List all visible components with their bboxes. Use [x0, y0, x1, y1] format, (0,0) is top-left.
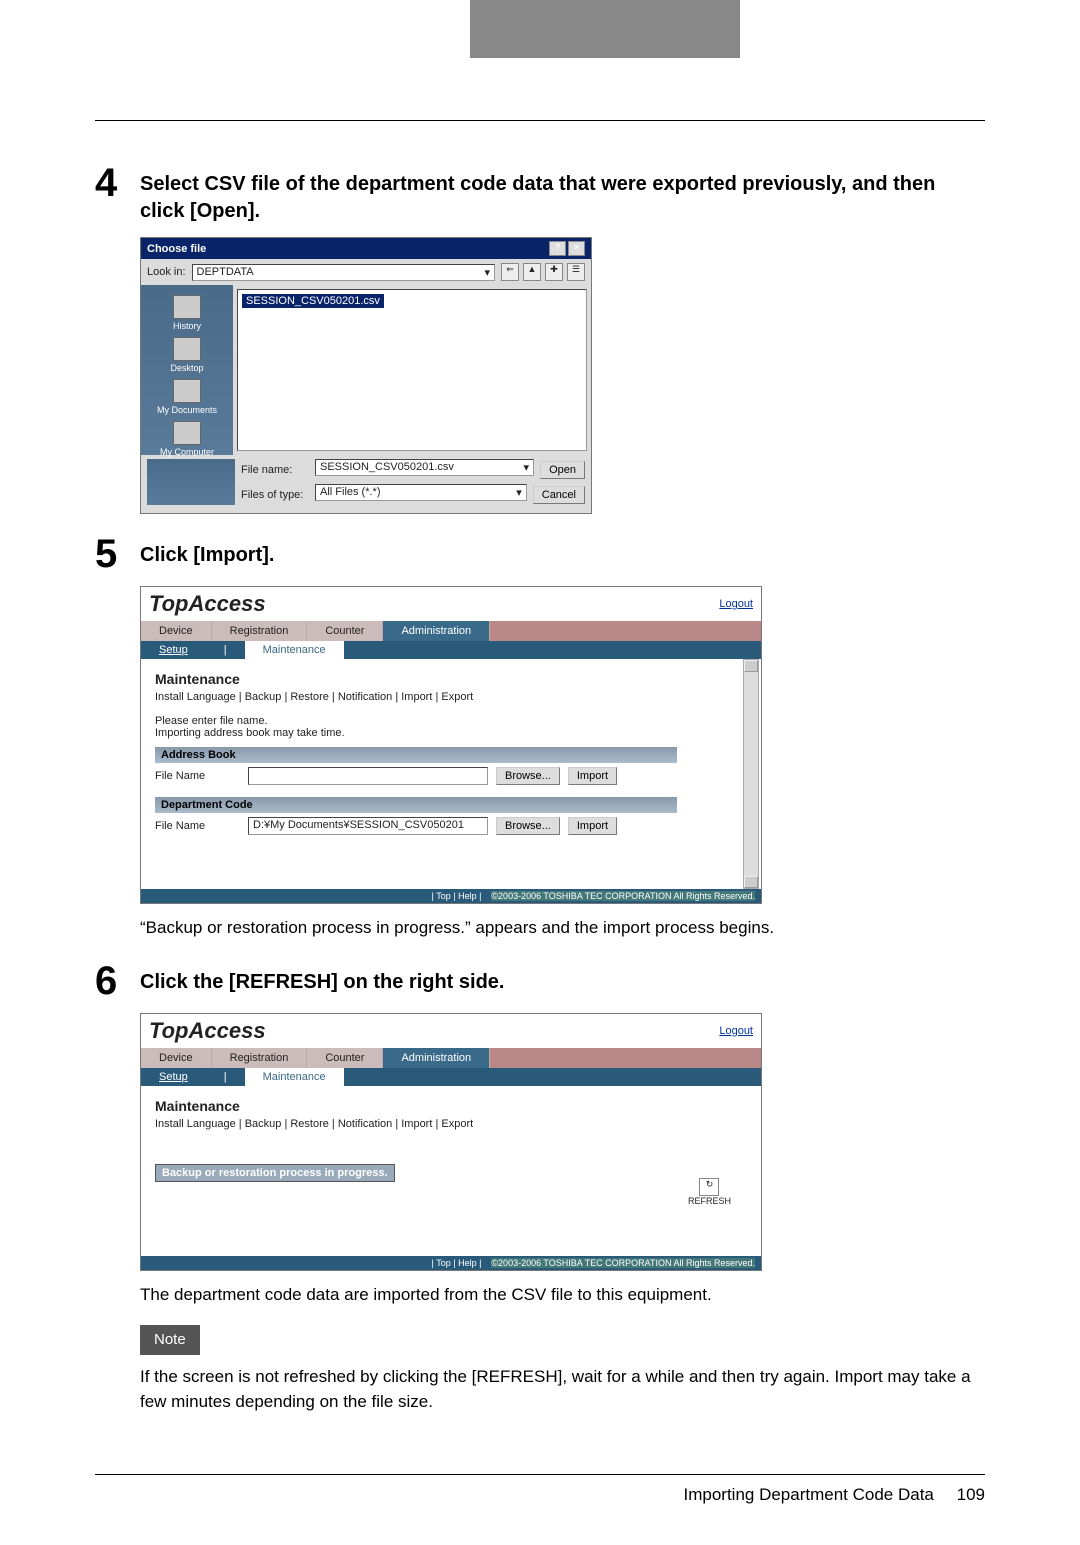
scroll-up-icon[interactable] — [744, 660, 758, 672]
logout-link[interactable]: Logout — [719, 1025, 753, 1037]
chevron-down-icon: ▾ — [516, 486, 522, 499]
horizontal-rule — [95, 120, 985, 121]
sidebar-mydocs[interactable]: My Documents — [143, 379, 231, 415]
file-item-selected[interactable]: SESSION_CSV050201.csv — [242, 294, 384, 308]
step-5: 5 Click [Import]. — [95, 532, 985, 574]
maintenance-links[interactable]: Install Language | Backup | Restore | No… — [155, 691, 747, 703]
tab-device[interactable]: Device — [141, 1048, 212, 1068]
addressbook-section: Address Book — [155, 747, 677, 763]
filename-label: File Name — [155, 770, 240, 782]
topaccess-refresh-screen: TopAccess Logout Device Registration Cou… — [140, 1013, 762, 1271]
step-number: 5 — [95, 532, 140, 574]
topaccess-logo: TopAccess — [149, 1018, 266, 1044]
places-sidebar: History Desktop My Documents My Computer… — [141, 285, 233, 455]
lookin-combo[interactable]: DEPTDATA ▾ — [192, 264, 495, 281]
refresh-icon: ↻ — [699, 1178, 719, 1196]
filename-label: File name: — [241, 464, 309, 476]
step-6: 6 Click the [REFRESH] on the right side. — [95, 959, 985, 1001]
addrbook-filename-input[interactable] — [248, 767, 488, 785]
refresh-button[interactable]: ↻ REFRESH — [688, 1178, 731, 1206]
subtab-maintenance[interactable]: Maintenance — [245, 641, 344, 659]
lookin-label: Look in: — [147, 266, 186, 278]
deptcode-filename-input[interactable]: D:¥My Documents¥SESSION_CSV050201 — [248, 817, 488, 835]
step-title: Select CSV file of the department code d… — [140, 161, 985, 225]
close-icon[interactable]: × — [568, 241, 585, 256]
tab-registration[interactable]: Registration — [212, 621, 308, 641]
views-icon[interactable]: ☰ — [567, 263, 585, 281]
step-title: Click the [REFRESH] on the right side. — [140, 959, 985, 996]
back-icon[interactable]: ⇐ — [501, 263, 519, 281]
step-title: Click [Import]. — [140, 532, 985, 569]
page-footer: Importing Department Code Data 109 — [95, 1474, 985, 1505]
note-text: If the screen is not refreshed by clicki… — [140, 1365, 985, 1414]
step5-after-text: “Backup or restoration process in progre… — [140, 916, 985, 941]
footer-section: Importing Department Code Data — [683, 1485, 933, 1504]
copyright: ©2003-2006 TOSHIBA TEC CORPORATION All R… — [491, 891, 755, 901]
lookin-value: DEPTDATA — [197, 266, 254, 278]
help-icon[interactable]: ? — [549, 241, 566, 256]
page-header — [0, 0, 1080, 60]
subtab-setup[interactable]: Setup — [141, 641, 206, 659]
status-message: Backup or restoration process in progres… — [155, 1164, 395, 1182]
step-number: 6 — [95, 959, 140, 1001]
tab-device[interactable]: Device — [141, 621, 212, 641]
msg-import-time: Importing address book may take time. — [155, 727, 747, 739]
scrollbar[interactable] — [743, 659, 759, 889]
tab-administration[interactable]: Administration — [383, 1048, 490, 1068]
step6-after-text: The department code data are imported fr… — [140, 1283, 985, 1308]
tab-counter[interactable]: Counter — [307, 621, 383, 641]
maintenance-links[interactable]: Install Language | Backup | Restore | No… — [155, 1118, 747, 1130]
newfolder-icon[interactable]: ✚ — [545, 263, 563, 281]
sidebar-history[interactable]: History — [143, 295, 231, 331]
chevron-down-icon: ▾ — [484, 266, 490, 279]
file-list[interactable]: SESSION_CSV050201.csv — [237, 289, 587, 451]
msg-enter-filename: Please enter file name. — [155, 715, 747, 727]
choose-file-dialog: Choose file ? × Look in: DEPTDATA ▾ ⇐ ▲ … — [140, 237, 592, 514]
step-4: 4 Select CSV file of the department code… — [95, 161, 985, 225]
filename-label: File Name — [155, 820, 240, 832]
deptcode-section: Department Code — [155, 797, 677, 813]
page-number: 109 — [957, 1485, 985, 1504]
sidebar-mycomputer[interactable]: My Computer — [143, 421, 231, 457]
dialog-title: Choose file — [147, 243, 206, 255]
filetype-combo[interactable]: All Files (*.*)▾ — [315, 484, 527, 501]
tab-registration[interactable]: Registration — [212, 1048, 308, 1068]
scroll-down-icon[interactable] — [744, 876, 758, 888]
logout-link[interactable]: Logout — [719, 598, 753, 610]
browse-button[interactable]: Browse... — [496, 817, 560, 835]
header-dark-box — [470, 0, 740, 58]
cancel-button[interactable]: Cancel — [533, 486, 585, 504]
subtab-maintenance[interactable]: Maintenance — [245, 1068, 344, 1086]
step-number: 4 — [95, 161, 140, 203]
copyright: ©2003-2006 TOSHIBA TEC CORPORATION All R… — [491, 1258, 755, 1268]
import-button[interactable]: Import — [568, 817, 617, 835]
footer-links[interactable]: | Top | Help | — [432, 1258, 482, 1268]
open-button[interactable]: Open — [540, 461, 585, 479]
topaccess-import-screen: TopAccess Logout Device Registration Cou… — [140, 586, 762, 904]
sidebar-desktop[interactable]: Desktop — [143, 337, 231, 373]
subtab-setup[interactable]: Setup — [141, 1068, 206, 1086]
up-icon[interactable]: ▲ — [523, 263, 541, 281]
tab-administration[interactable]: Administration — [383, 621, 490, 641]
page-title: Maintenance — [155, 671, 747, 687]
main-tabs: Device Registration Counter Administrati… — [141, 621, 761, 641]
footer-links[interactable]: | Top | Help | — [432, 891, 482, 901]
sub-tabs: Setup | Maintenance — [141, 641, 761, 659]
filetype-label: Files of type: — [241, 489, 309, 501]
browse-button[interactable]: Browse... — [496, 767, 560, 785]
note-badge: Note — [140, 1325, 200, 1355]
filename-input[interactable]: SESSION_CSV050201.csv▾ — [315, 459, 534, 476]
chevron-down-icon: ▾ — [524, 461, 530, 474]
import-button[interactable]: Import — [568, 767, 617, 785]
page-title: Maintenance — [155, 1098, 747, 1114]
topaccess-logo: TopAccess — [149, 591, 266, 617]
tab-counter[interactable]: Counter — [307, 1048, 383, 1068]
